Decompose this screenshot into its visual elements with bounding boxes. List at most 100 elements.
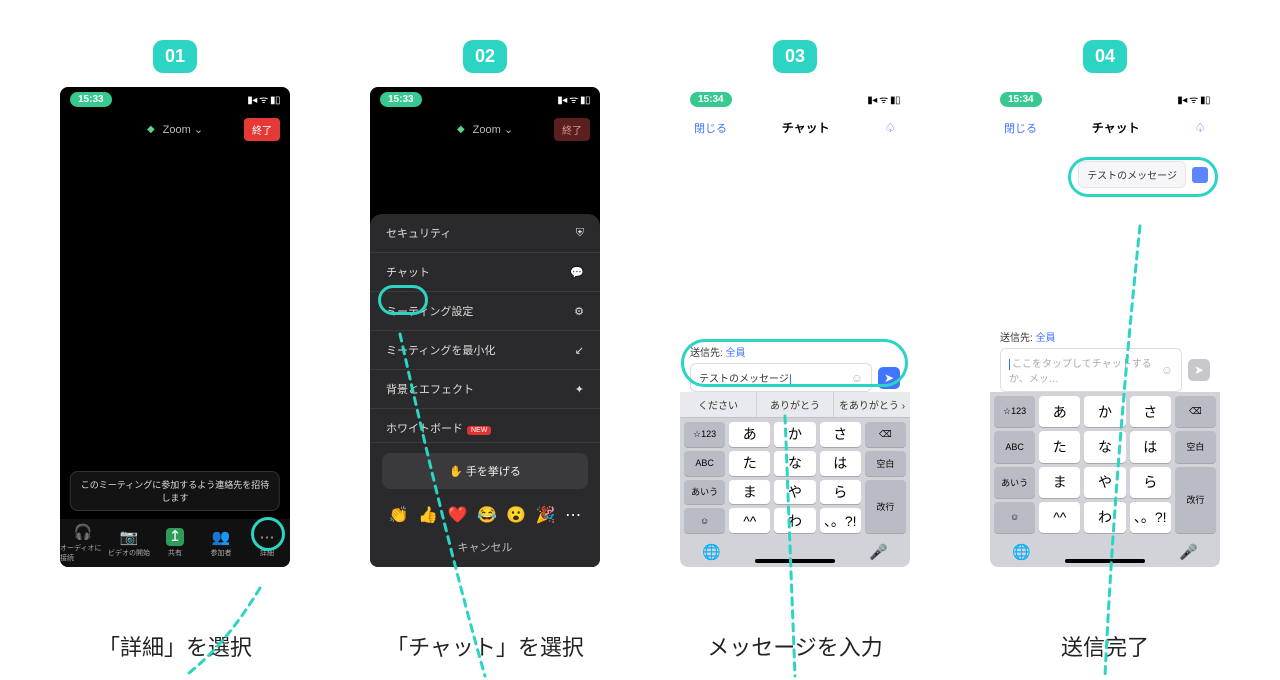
key-space[interactable]: 空白 — [865, 451, 906, 476]
end-meeting-button[interactable]: 終了 — [554, 118, 590, 141]
bell-icon[interactable]: ♤ — [1194, 120, 1206, 136]
key-backspace[interactable]: ⌫ — [1175, 396, 1216, 427]
globe-icon[interactable]: 🌐 — [702, 543, 721, 561]
key-return[interactable]: 改行 — [865, 480, 906, 534]
menu-minimize[interactable]: ミーティングを最小化↙ — [370, 331, 600, 370]
globe-icon[interactable]: 🌐 — [1012, 543, 1031, 561]
phone-1: 15:33 ▮◂ ᯤ ▮▯ ◆ Zoom ⌄ 終了 このミーティングに参加するよ… — [60, 87, 290, 567]
more-sheet: セキュリティ⛨ チャット💬 ミーティング設定⚙ ミーティングを最小化↙ 背景とエ… — [370, 214, 600, 567]
key[interactable]: や — [774, 480, 815, 505]
chat-close-button[interactable]: 閉じる — [1004, 120, 1037, 136]
tutorial-stage: 01 15:33 ▮◂ ᯤ ▮▯ ◆ Zoom ⌄ 終了 このミーティングに参加… — [0, 0, 1280, 567]
menu-whiteboard[interactable]: ホワイトボードNEW — [370, 409, 600, 443]
key[interactable]: さ — [1130, 396, 1171, 427]
key[interactable]: は — [1130, 431, 1171, 462]
key[interactable]: ま — [729, 480, 770, 505]
mic-icon[interactable]: 🎤 — [869, 543, 888, 561]
key-abc[interactable]: ABC — [684, 451, 725, 476]
key[interactable]: か — [774, 422, 815, 447]
raise-hand-button[interactable]: ✋ 手を挙げる — [382, 453, 588, 489]
chat-icon: 💬 — [570, 266, 584, 279]
send-destination[interactable]: 送信先: 全員 — [1000, 329, 1210, 344]
send-button[interactable]: ➤ — [878, 367, 900, 389]
menu-security[interactable]: セキュリティ⛨ — [370, 214, 600, 253]
sent-message: テストのメッセージ — [1078, 161, 1208, 188]
key[interactable]: な — [774, 451, 815, 476]
send-button[interactable]: ➤ — [1188, 359, 1210, 381]
key[interactable]: や — [1084, 467, 1125, 498]
emoji-icon[interactable]: ☺ — [1161, 363, 1173, 377]
send-destination[interactable]: 送信先: 全員 — [690, 344, 900, 359]
react-heart[interactable]: ❤️ — [448, 505, 468, 525]
footer-video[interactable]: 📷ビデオの開始 — [106, 519, 152, 567]
key[interactable]: ^^ — [729, 508, 770, 533]
key[interactable]: ^^ — [1039, 502, 1080, 533]
minimize-icon: ↙ — [575, 344, 584, 357]
react-more[interactable]: ⋯ — [565, 505, 581, 525]
key-num[interactable]: ☆123 — [994, 396, 1035, 427]
key[interactable]: 、。?! — [820, 508, 861, 533]
footer-share[interactable]: ↥共有 — [152, 519, 198, 567]
more-icon: ⋯ — [260, 528, 275, 546]
key[interactable]: わ — [1084, 502, 1125, 533]
suggestion[interactable]: をありがとう › — [834, 392, 910, 417]
key-emoji[interactable]: ☺ — [994, 502, 1035, 533]
chat-input[interactable]: ここをタップしてチャットするか、メッ…☺ — [1000, 348, 1182, 392]
emoji-icon[interactable]: ☺ — [851, 371, 863, 385]
cancel-button[interactable]: キャンセル — [370, 531, 600, 559]
chat-title: チャット — [1092, 119, 1140, 136]
key[interactable]: は — [820, 451, 861, 476]
key-kana[interactable]: あいう — [684, 480, 725, 505]
bell-icon[interactable]: ♤ — [884, 120, 896, 136]
menu-effects[interactable]: 背景とエフェクト✦ — [370, 370, 600, 409]
react-party[interactable]: 🎉 — [536, 505, 556, 525]
chat-close-button[interactable]: 閉じる — [694, 120, 727, 136]
chat-input[interactable]: テストのメッセージ​☺ — [690, 363, 872, 392]
step-caption: 「チャット」を選択 — [345, 630, 625, 662]
key-space[interactable]: 空白 — [1175, 431, 1216, 462]
react-clap[interactable]: 👏 — [389, 505, 409, 525]
react-laugh[interactable]: 😂 — [477, 505, 497, 525]
footer-more[interactable]: ⋯詳細 — [244, 519, 290, 567]
key-backspace[interactable]: ⌫ — [865, 422, 906, 447]
key-abc[interactable]: ABC — [994, 431, 1035, 462]
phone-2: 15:33 ▮◂ ᯤ ▮▯ ◆ Zoom ⌄ 終了 セキュリティ⛨ チャット💬 … — [370, 87, 600, 567]
react-thumb[interactable]: 👍 — [418, 505, 438, 525]
key[interactable]: 、。?! — [1130, 502, 1171, 533]
status-bar: 15:34 ▮◂ ᯤ ▮▯ — [680, 87, 910, 111]
menu-settings[interactable]: ミーティング設定⚙ — [370, 292, 600, 331]
suggestion[interactable]: ください — [680, 392, 757, 417]
suggestion[interactable]: ありがとう — [757, 392, 834, 417]
compose-area: 送信先: 全員 ここをタップしてチャットするか、メッ…☺ ➤ — [990, 329, 1220, 392]
gear-icon: ⚙ — [574, 305, 584, 318]
key-kana[interactable]: あいう — [994, 467, 1035, 498]
key[interactable]: た — [1039, 431, 1080, 462]
key-num[interactable]: ☆123 — [684, 422, 725, 447]
key[interactable]: あ — [729, 422, 770, 447]
key[interactable]: ら — [1130, 467, 1171, 498]
security-icon: ⛨ — [576, 227, 584, 240]
key[interactable]: さ — [820, 422, 861, 447]
end-meeting-button[interactable]: 終了 — [244, 118, 280, 141]
mic-icon[interactable]: 🎤 — [1179, 543, 1198, 561]
key[interactable]: か — [1084, 396, 1125, 427]
new-badge: NEW — [467, 426, 491, 435]
key[interactable]: わ — [774, 508, 815, 533]
key[interactable]: ら — [820, 480, 861, 505]
sparkle-icon: ✦ — [575, 383, 584, 396]
key-return[interactable]: 改行 — [1175, 467, 1216, 534]
footer-audio[interactable]: 🎧オーディオに接続 — [60, 519, 106, 567]
key[interactable]: た — [729, 451, 770, 476]
participants-icon: 👥 — [212, 528, 231, 546]
key-emoji[interactable]: ☺ — [684, 508, 725, 533]
status-bar: 15:33 ▮◂ ᯤ ▮▯ — [60, 87, 290, 111]
status-time: 15:33 — [380, 92, 422, 107]
zoom-title: Zoom ⌄ — [473, 123, 513, 136]
status-time: 15:34 — [1000, 92, 1042, 107]
react-wow[interactable]: 😮 — [506, 505, 526, 525]
key[interactable]: な — [1084, 431, 1125, 462]
footer-participants[interactable]: 👥参加者 — [198, 519, 244, 567]
key[interactable]: あ — [1039, 396, 1080, 427]
menu-chat[interactable]: チャット💬 — [370, 253, 600, 292]
key[interactable]: ま — [1039, 467, 1080, 498]
